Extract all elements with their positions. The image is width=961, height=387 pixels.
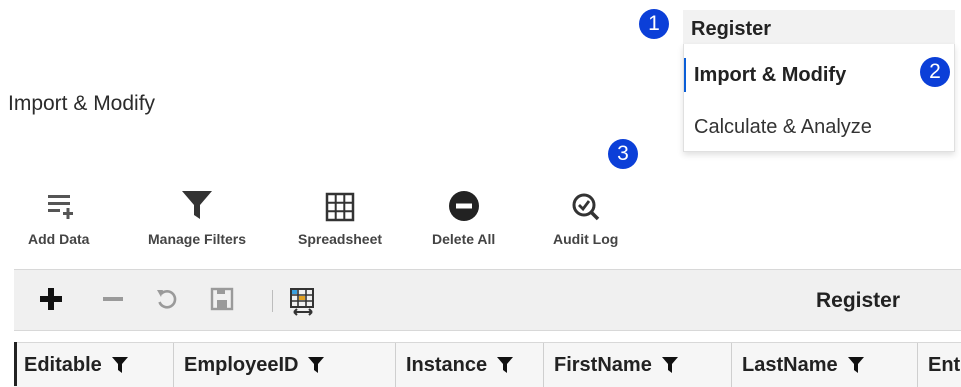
- callout-1: 1: [639, 9, 669, 39]
- spreadsheet-button[interactable]: Spreadsheet: [298, 185, 382, 247]
- manage-filters-label: Manage Filters: [148, 231, 247, 247]
- page-title: Import & Modify: [8, 92, 156, 115]
- add-data-icon: [44, 185, 74, 223]
- minus-circle-icon: [447, 185, 481, 223]
- filter-icon[interactable]: [661, 356, 678, 374]
- delete-all-label: Delete All: [432, 231, 496, 247]
- filter-icon: [180, 185, 214, 223]
- filter-icon[interactable]: [847, 356, 864, 374]
- remove-row-icon[interactable]: [100, 286, 126, 317]
- active-item-indicator: [684, 58, 686, 92]
- add-data-label: Add Data: [28, 231, 90, 247]
- column-label: Editable: [24, 353, 102, 376]
- grid-left-border: [14, 342, 17, 386]
- column-label: EmployeeID: [184, 353, 299, 376]
- column-header-ent[interactable]: Ent: [918, 343, 961, 387]
- save-icon[interactable]: [210, 286, 234, 317]
- callout-3: 3: [608, 139, 638, 169]
- column-label: LastName: [742, 353, 838, 376]
- delete-all-button[interactable]: Delete All: [432, 185, 495, 247]
- menu-item-calculate-analyze[interactable]: Calculate & Analyze: [694, 116, 872, 139]
- add-data-button[interactable]: Add Data: [28, 185, 89, 247]
- manage-filters-button[interactable]: Manage Filters: [148, 185, 246, 247]
- undo-icon[interactable]: [154, 286, 180, 317]
- column-header-instance[interactable]: Instance: [396, 343, 544, 387]
- audit-search-icon: [570, 185, 602, 223]
- register-dropdown: Import & Modify Calculate & Analyze: [683, 44, 955, 152]
- filter-icon[interactable]: [308, 356, 325, 374]
- audit-log-label: Audit Log: [553, 231, 619, 247]
- audit-log-button[interactable]: Audit Log: [553, 185, 618, 247]
- toolbar-separator: [272, 290, 273, 312]
- grid-icon: [324, 185, 356, 223]
- filter-icon[interactable]: [111, 356, 128, 374]
- spreadsheet-label: Spreadsheet: [298, 231, 383, 247]
- menu-item-import-modify[interactable]: Import & Modify: [694, 64, 846, 87]
- column-header-employeeid[interactable]: EmployeeID: [174, 343, 396, 387]
- column-label: Instance: [406, 353, 488, 376]
- column-header-lastname[interactable]: LastName: [732, 343, 918, 387]
- add-row-icon[interactable]: [38, 286, 64, 317]
- register-menu-header[interactable]: Register: [683, 10, 955, 44]
- column-header-row: Editable EmployeeID Instance FirstName L…: [14, 342, 961, 387]
- column-label: Ent: [928, 353, 961, 376]
- column-header-editable[interactable]: Editable: [14, 343, 174, 387]
- grid-toolbar: Register: [14, 269, 961, 331]
- column-header-firstname[interactable]: FirstName: [544, 343, 732, 387]
- filter-icon[interactable]: [497, 356, 514, 374]
- callout-2: 2: [920, 57, 950, 87]
- column-label: FirstName: [554, 353, 652, 376]
- column-chooser-icon[interactable]: [288, 286, 318, 321]
- grid-title: Register: [816, 289, 901, 312]
